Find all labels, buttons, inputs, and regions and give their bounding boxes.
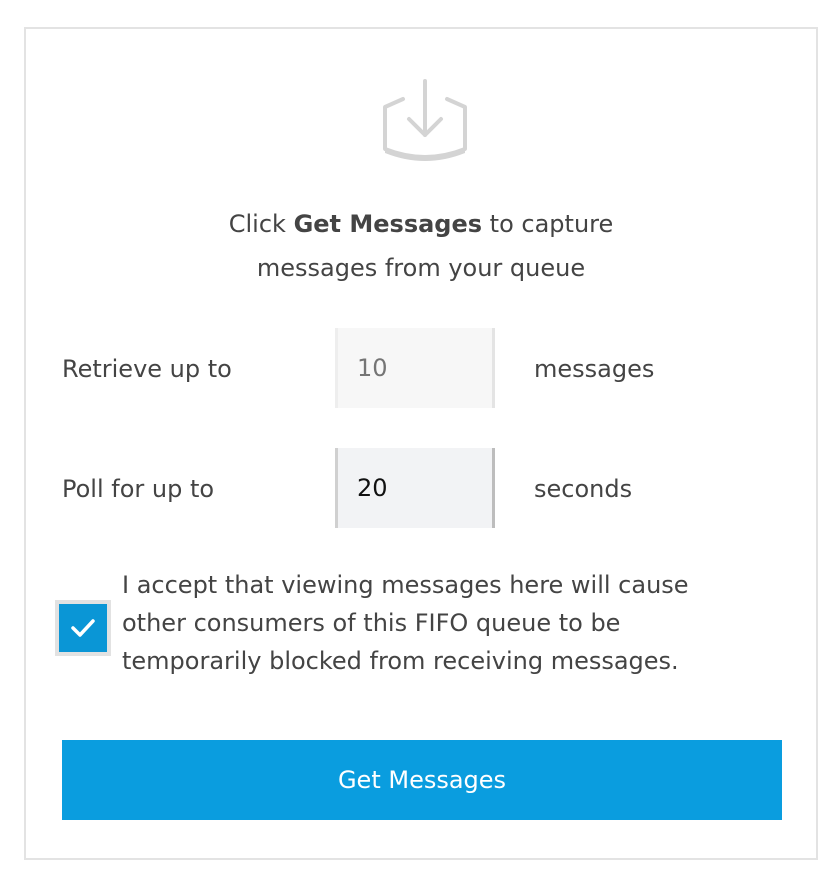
download-tray-icon [383,79,467,161]
intro-line-2: messages from your queue [256,254,586,282]
ack-line-3: temporarily blocked from receiving messa… [122,647,679,675]
poll-unit: seconds [534,475,633,503]
retrieve-unit: messages [534,355,655,383]
poll-seconds-input[interactable] [335,448,495,528]
intro-line-1: Click Get Messages to capture [26,202,816,246]
fifo-acknowledge-label: I accept that viewing messages here will… [122,566,762,680]
get-messages-button[interactable]: Get Messages [62,740,782,820]
checkbox-box[interactable] [59,604,107,652]
ack-line-2: other consumers of this FIFO queue to be [122,609,621,637]
intro-prefix: Click [228,210,294,238]
retrieve-label: Retrieve up to [62,355,232,383]
ack-line-1: I accept that viewing messages here will… [122,571,689,599]
retrieve-count-input[interactable] [335,328,495,408]
poll-label: Poll for up to [62,475,215,503]
intro-suffix: to capture [482,210,614,238]
get-messages-panel: Click Get Messages to capture messages f… [24,27,818,860]
fifo-acknowledge-checkbox[interactable] [55,600,111,656]
checkmark-icon [71,619,95,637]
intro-text: Click Get Messages to capture messages f… [26,202,816,290]
intro-bold: Get Messages [293,210,483,238]
